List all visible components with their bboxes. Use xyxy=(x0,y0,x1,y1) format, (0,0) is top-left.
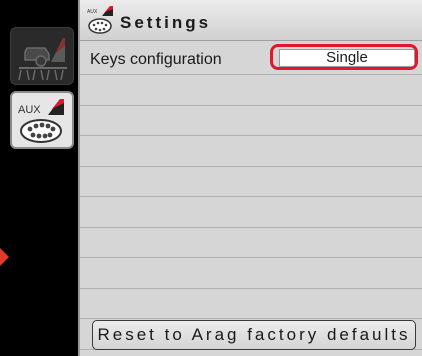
aux-keypad-icon: AUX xyxy=(87,6,113,34)
empty-row xyxy=(80,228,422,258)
svg-text:AUX: AUX xyxy=(87,9,98,15)
reset-factory-defaults-button[interactable]: Reset to Arag factory defaults xyxy=(92,320,416,350)
sidebar-item-aux[interactable]: AUX xyxy=(10,91,74,149)
header-bar: AUX Settings xyxy=(80,0,422,41)
empty-row xyxy=(80,289,422,319)
empty-row xyxy=(80,136,422,167)
setting-label: Keys configuration xyxy=(90,51,222,68)
page-title: Settings xyxy=(120,13,212,32)
aux-keypad-icon: AUX xyxy=(18,99,64,143)
empty-row xyxy=(80,197,422,228)
settings-panel: AUX Settings Keys configuration Single R… xyxy=(78,0,422,356)
empty-row xyxy=(80,258,422,289)
aux-label: AUX xyxy=(18,104,41,116)
empty-row xyxy=(80,167,422,197)
settings-list: Keys configuration Single xyxy=(80,41,422,350)
setting-value: Single xyxy=(279,49,415,67)
setting-value-selector[interactable]: Single xyxy=(270,44,418,70)
setting-row-keys-configuration[interactable]: Keys configuration Single xyxy=(80,41,422,75)
sprayer-function-icon xyxy=(18,38,67,81)
page-indicator-arrow-icon xyxy=(0,248,9,266)
settings-screen: AUX AUX Settings Keys configuration Sing… xyxy=(0,0,422,356)
sidebar-item-sprayer[interactable] xyxy=(10,27,74,85)
empty-row xyxy=(80,75,422,106)
empty-row xyxy=(80,106,422,136)
sidebar: AUX xyxy=(0,0,78,356)
